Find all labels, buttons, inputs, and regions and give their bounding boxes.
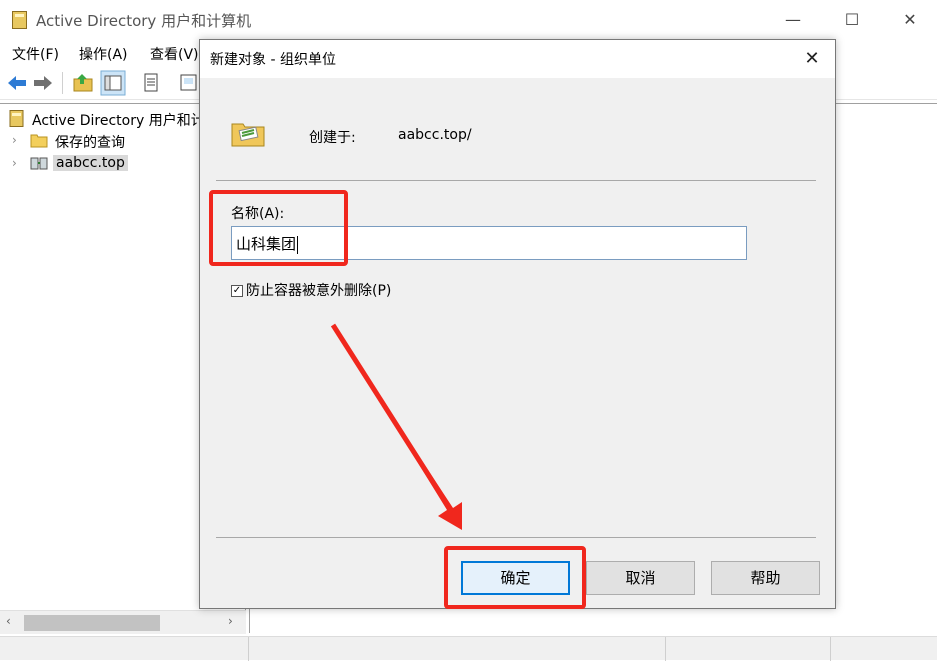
status-divider bbox=[665, 637, 666, 661]
created-in-label: 创建于: bbox=[309, 130, 356, 146]
new-ou-dialog: 新建对象 - 组织单位 ✕ 创建于: aabcc.top/ 名称(A): 山科集… bbox=[199, 39, 836, 609]
tree-item-label: 保存的查询 bbox=[55, 135, 125, 151]
minimize-button[interactable]: — bbox=[770, 0, 816, 40]
protect-from-deletion-label: 防止容器被意外删除(P) bbox=[246, 283, 392, 299]
folder-icon bbox=[30, 134, 48, 148]
dialog-title: 新建对象 - 组织单位 bbox=[210, 52, 336, 68]
expand-chevron-icon[interactable]: › bbox=[12, 133, 17, 147]
maximize-button[interactable]: ☐ bbox=[829, 0, 875, 40]
domain-icon bbox=[30, 157, 48, 170]
menu-view[interactable]: 查看(V) bbox=[150, 44, 199, 64]
scroll-left-icon[interactable]: ‹ bbox=[6, 614, 11, 628]
horizontal-scrollbar[interactable]: ‹ › bbox=[0, 610, 246, 634]
annotation-box-ok bbox=[444, 546, 586, 609]
directory-book-icon bbox=[12, 11, 27, 29]
back-arrow-icon[interactable] bbox=[4, 70, 30, 96]
annotation-box-name bbox=[209, 190, 348, 266]
status-divider bbox=[830, 637, 831, 661]
scroll-right-icon[interactable]: › bbox=[228, 614, 233, 628]
menu-action[interactable]: 操作(A) bbox=[79, 44, 128, 64]
dialog-divider bbox=[216, 180, 816, 181]
console-tree-icon[interactable] bbox=[100, 70, 126, 96]
window-titlebar: Active Directory 用户和计算机 — ☐ ✕ bbox=[0, 0, 937, 40]
organizational-unit-icon bbox=[231, 123, 265, 147]
cancel-button[interactable]: 取消 bbox=[586, 561, 695, 595]
tree-item-label: Active Directory 用户和计 bbox=[32, 113, 205, 129]
dialog-titlebar: 新建对象 - 组织单位 ✕ bbox=[200, 40, 835, 78]
expand-chevron-icon[interactable]: › bbox=[12, 156, 17, 170]
up-folder-icon[interactable] bbox=[70, 70, 96, 96]
help-button[interactable]: 帮助 bbox=[711, 561, 820, 595]
checkbox-checked-icon[interactable]: ✓ bbox=[231, 285, 243, 297]
created-in-value: aabcc.top/ bbox=[398, 127, 472, 143]
directory-book-icon bbox=[9, 110, 24, 127]
properties-icon[interactable] bbox=[138, 70, 164, 96]
close-window-button[interactable]: ✕ bbox=[887, 0, 933, 40]
status-bar bbox=[0, 636, 937, 661]
protect-from-deletion-checkbox[interactable]: ✓ 防止容器被意外删除(P) bbox=[231, 280, 391, 300]
scrollbar-thumb[interactable] bbox=[24, 615, 160, 631]
menu-file[interactable]: 文件(F) bbox=[12, 44, 59, 64]
toolbar-separator bbox=[62, 72, 63, 94]
dialog-divider bbox=[216, 537, 816, 538]
dialog-close-button[interactable]: ✕ bbox=[790, 40, 834, 78]
forward-arrow-icon[interactable] bbox=[30, 70, 56, 96]
status-divider bbox=[248, 637, 249, 661]
tree-item-label: aabcc.top bbox=[53, 155, 128, 171]
window-title: Active Directory 用户和计算机 bbox=[36, 12, 252, 30]
